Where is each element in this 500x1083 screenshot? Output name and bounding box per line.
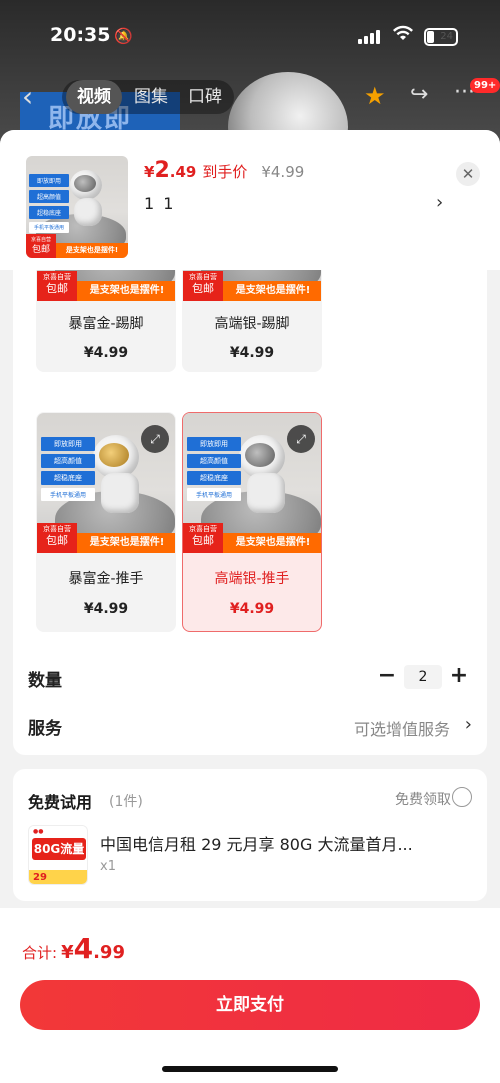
chevron-right-icon: › [464, 714, 472, 735]
option-tag-2: 超高颜值 [187, 454, 241, 468]
option-tag-3: 超稳底座 [41, 471, 95, 485]
option-name: 暴富金-踢脚 [68, 316, 144, 332]
pay-now-button[interactable]: 立即支付 [20, 980, 480, 1030]
option-name: 高端银-踢脚 [214, 316, 290, 332]
option-name: 暴富金-推手 [68, 571, 144, 587]
price-line: ¥2.49 到手价 ¥4.99 [144, 158, 304, 183]
thumb-80g-text: 80G流量 [32, 838, 86, 860]
selected-product-thumbnail[interactable]: 即放即用 超高颜值 超稳底座 手机平板通用 京喜自营包邮 是支架也是摆件! [26, 156, 128, 258]
battery-icon: 24 [424, 28, 458, 46]
option-card-selected[interactable]: 即放即用 超高颜值 超稳底座 手机平板通用 ⤢ 京喜自营 包邮 是支架也是摆件! … [182, 412, 322, 632]
options-card: 京喜自营 包邮 是支架也是摆件! 暴富金-踢脚 ¥4.99 京喜自营 包邮 是支架也… [13, 240, 487, 755]
option-slogan: 是支架也是摆件! [223, 281, 321, 301]
total-integer: 4 [73, 932, 94, 965]
option-tag-3: 超稳底座 [187, 471, 241, 485]
media-tabs: 视频 图集 口碑 [62, 80, 234, 114]
original-price: ¥4.99 [261, 163, 305, 181]
price-currency: ¥ [144, 163, 155, 181]
thumb-free-shipping: 包邮 [31, 245, 50, 255]
service-row[interactable]: 服务 可选增值服务 › [28, 706, 472, 746]
wifi-icon [392, 24, 414, 47]
thumb-tag-2: 超高颜值 [29, 190, 69, 203]
thumb-tag-1: 即放即用 [29, 174, 69, 187]
trial-item-title[interactable]: 中国电信月租 29 元月享 80G 大流量首月... [100, 831, 413, 855]
option-slogan: 是支架也是摆件! [77, 281, 175, 301]
option-price: ¥4.99 [83, 345, 129, 361]
total-decimal: .99 [93, 942, 125, 963]
option-tag-1: 即放即用 [41, 437, 95, 451]
chevron-right-icon[interactable]: › [436, 192, 443, 213]
option-store-label: 京喜自营 [43, 525, 71, 533]
free-trial-title: 免费试用 [28, 793, 93, 812]
tab-video[interactable]: 视频 [66, 80, 122, 114]
option-tag-4: 手机平板通用 [187, 488, 241, 501]
telecom-logo-icon: ●● [29, 826, 87, 838]
battery-level: 24 [440, 31, 453, 42]
telecom-plan-thumbnail[interactable]: ●● 80G流量 29 [28, 825, 88, 885]
option-store-label: 京喜自营 [43, 273, 71, 281]
thumb-tag-4: 手机平板通用 [29, 222, 69, 233]
option-price: ¥4.99 [229, 345, 275, 361]
option-tag-4: 手机平板通用 [41, 488, 95, 501]
selected-spec[interactable]: 1 1 [144, 194, 175, 213]
tab-gallery[interactable]: 图集 [124, 80, 178, 114]
service-value: 可选增值服务 [353, 720, 450, 739]
silent-bell-icon: 🔕 [114, 27, 133, 45]
option-store-label: 京喜自营 [189, 525, 217, 533]
decrease-button[interactable]: − [374, 662, 400, 692]
option-price: ¥4.99 [229, 601, 275, 617]
favorite-star-icon[interactable]: ★ [364, 82, 386, 110]
free-trial-card: 免费试用 (1件) 免费领取 ●● 80G流量 29 中国电信月租 29 元月享… [13, 769, 487, 901]
option-store-label: 京喜自营 [189, 273, 217, 281]
trial-item-qty: x1 [100, 859, 116, 874]
quantity-value[interactable]: 2 [404, 665, 442, 689]
expand-icon[interactable]: ⤢ [287, 425, 315, 453]
checkout-footer: 合计: ¥4.99 立即支付 [0, 908, 500, 1083]
thumb-store-label: 京喜自营 [30, 237, 51, 243]
top-navigation: ‹ 视频 图集 口碑 ★ ↪ ··· 99+ [0, 78, 500, 118]
price-label: 到手价 [202, 163, 248, 181]
free-claim-radio[interactable] [452, 787, 472, 807]
thumb-tag-3: 超稳底座 [29, 206, 69, 219]
price-decimal: .49 [169, 163, 197, 181]
close-button[interactable]: ✕ [456, 162, 480, 186]
cellular-signal-icon [358, 30, 382, 44]
notification-badge: 99+ [470, 78, 500, 93]
quantity-label: 数量 [28, 671, 62, 691]
option-slogan: 是支架也是摆件! [77, 533, 175, 553]
free-claim-label: 免费领取 [395, 792, 451, 808]
status-bar: 20:35 🔕 24 [0, 0, 500, 70]
quantity-row: 数量 − 2 + [28, 658, 472, 698]
option-free-shipping: 包邮 [192, 534, 214, 547]
option-slogan: 是支架也是摆件! [223, 533, 321, 553]
sku-header: 即放即用 超高颜值 超稳底座 手机平板通用 京喜自营包邮 是支架也是摆件! ¥2… [0, 130, 500, 270]
order-total: 合计: ¥4.99 [22, 932, 125, 965]
total-label: 合计: [22, 944, 58, 962]
sku-selector-sheet: 即放即用 超高颜值 超稳底座 手机平板通用 京喜自营 包邮 是支架也是摆件! ¥2… [0, 130, 500, 1083]
status-time: 20:35 [50, 24, 111, 46]
option-free-shipping: 包邮 [46, 534, 68, 547]
thumb-slogan: 是支架也是摆件! [56, 243, 128, 258]
share-icon[interactable]: ↪ [410, 82, 428, 107]
option-price: ¥4.99 [83, 601, 129, 617]
thumb-price-text: 29 [29, 870, 87, 884]
service-label: 服务 [28, 719, 62, 739]
increase-button[interactable]: + [446, 662, 472, 692]
total-currency: ¥ [61, 942, 74, 963]
option-free-shipping: 包邮 [192, 282, 214, 295]
price-integer: 2 [154, 158, 170, 183]
expand-icon[interactable]: ⤢ [141, 425, 169, 453]
option-card[interactable]: 即放即用 超高颜值 超稳底座 手机平板通用 ⤢ 京喜自营 包邮 是支架也是摆件! … [36, 412, 176, 632]
tab-reviews[interactable]: 口碑 [178, 80, 232, 114]
option-tag-1: 即放即用 [187, 437, 241, 451]
quantity-stepper: − 2 + [374, 662, 472, 692]
back-icon[interactable]: ‹ [22, 80, 33, 113]
option-name: 高端银-推手 [214, 571, 290, 587]
option-tag-2: 超高颜值 [41, 454, 95, 468]
option-free-shipping: 包邮 [46, 282, 68, 295]
free-trial-count: (1件) [109, 794, 143, 810]
home-indicator[interactable] [162, 1066, 338, 1072]
